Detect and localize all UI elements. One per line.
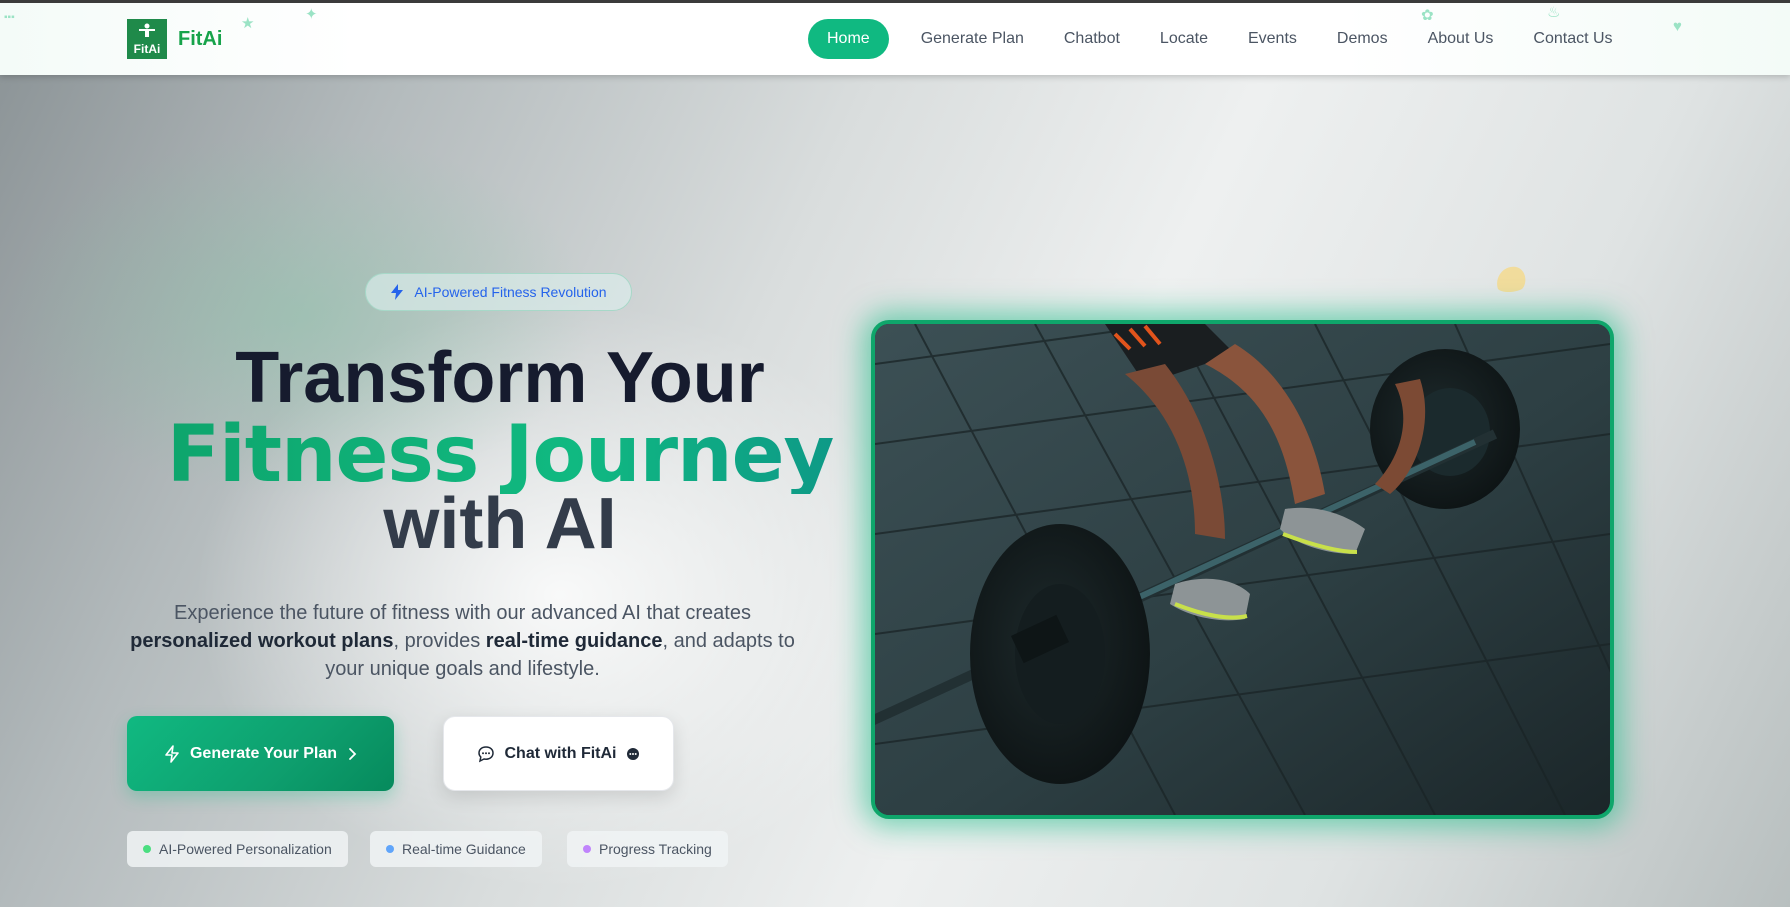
nav-generate-plan[interactable]: Generate Plan [921,20,1024,58]
hero-badge: AI-Powered Fitness Revolution [365,273,632,311]
hero-image [871,320,1614,819]
hero-badge-text: AI-Powered Fitness Revolution [414,284,607,300]
dots-decoration-icon: ▪▪▪ [4,12,15,23]
brand-name: FitAi [178,27,223,50]
feature-chip-personalization: AI-Powered Personalization [127,831,348,867]
heart-decoration-icon: ♥ [1673,18,1682,35]
generate-plan-label: Generate Your Plan [189,744,337,762]
hero-title-line2: Fitness Journey [120,416,880,494]
chat-bubble-icon [477,745,494,762]
hero-title-line3: with AI [383,484,617,564]
nav-contact-us[interactable]: Contact Us [1533,20,1612,58]
logo-icon: FitAi [127,19,167,59]
hero-title-line1: Transform Your [235,338,765,418]
navbar: FitAi FitAi Home Generate Plan Chatbot L… [0,3,1790,75]
green-dot-icon [143,845,151,853]
main-nav: Home Generate Plan Chatbot Locate Events… [808,19,1653,59]
desc-text-2: , provides [393,630,486,652]
desc-bold-2: real-time guidance [485,630,663,652]
star-decoration-icon: ★ [241,15,255,32]
feature-chip-progress: Progress Tracking [567,831,728,867]
nav-chatbot[interactable]: Chatbot [1064,20,1120,58]
logo[interactable]: FitAi FitAi [127,19,222,59]
window-top-strip [0,0,1790,3]
feature-label: Progress Tracking [599,841,712,857]
desc-text-1: Experience the future of fitness with ou… [173,602,751,624]
nav-demos[interactable]: Demos [1337,20,1388,58]
hero-description: Experience the future of fitness with ou… [120,599,805,683]
nav-events[interactable]: Events [1248,20,1297,58]
feature-label: AI-Powered Personalization [159,841,332,857]
desc-bold-1: personalized workout plans [130,630,394,652]
weightlifting-photo [875,324,1610,815]
nav-home[interactable]: Home [808,19,889,59]
generate-plan-button[interactable]: Generate Your Plan [127,716,394,791]
logo-box-text: FitAi [133,42,161,56]
nav-locate[interactable]: Locate [1160,20,1208,58]
chat-with-fitai-label: Chat with FitAi [504,744,617,762]
purple-dot-icon [583,845,591,853]
floating-shape-icon [1497,266,1526,292]
weightlifter-icon [139,23,155,37]
feature-label: Real-time Guidance [402,841,526,857]
chat-dots-icon [627,747,640,760]
sparkle-decoration-icon: ✦ [305,6,318,23]
blue-dot-icon [386,845,394,853]
chat-with-fitai-button[interactable]: Chat with FitAi [443,716,674,791]
lightning-icon [391,284,404,300]
chevron-right-icon [349,747,357,760]
flame-decoration-icon: ♨ [1547,4,1561,21]
feature-chip-guidance: Real-time Guidance [370,831,542,867]
flower-decoration-icon: ✿ [1421,7,1434,24]
nav-about-us[interactable]: About Us [1428,20,1494,58]
lightning-outline-icon [165,744,179,763]
